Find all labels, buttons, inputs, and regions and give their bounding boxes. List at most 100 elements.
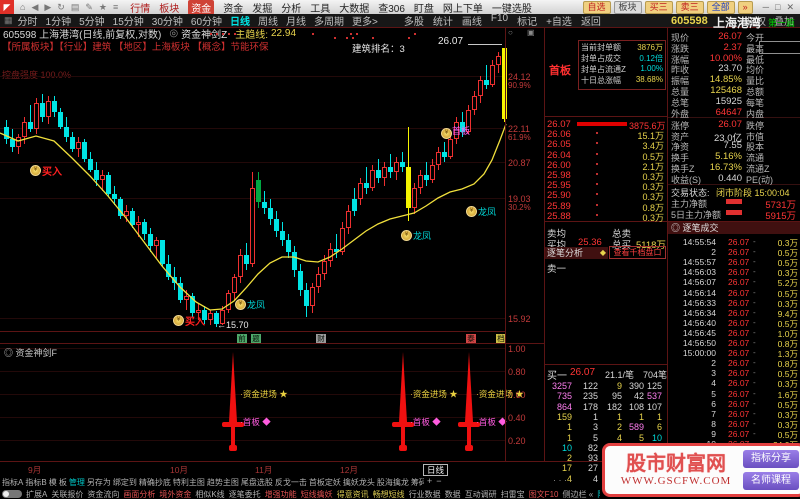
tool-标记[interactable]: 标记	[517, 13, 537, 28]
tool-画线[interactable]: 画线	[462, 13, 482, 28]
toolbar-首板定妖[interactable]: 首板定妖	[309, 477, 341, 487]
event-tag-前[interactable]: 前	[237, 334, 247, 343]
window-controls[interactable]: ─ □ ✕	[763, 2, 794, 13]
thousand-depth-button[interactable]: 查看千档盘口	[609, 246, 666, 259]
toolbar-股海擒龙[interactable]: 股海擒龙	[377, 477, 409, 487]
buy1-label: 买一	[547, 371, 567, 382]
tool-返回[interactable]: 返回	[581, 13, 601, 28]
toolbar-数据[interactable]: 数据	[445, 489, 461, 499]
candle	[238, 254, 243, 277]
tick-flag: -	[753, 398, 756, 408]
quick-button-自选[interactable]: 自选	[582, 0, 611, 14]
alert-dot	[222, 33, 224, 35]
watermark-badges: 指标分享 名师课程	[743, 450, 799, 490]
toolbar-管理[interactable]: 管理	[69, 477, 85, 487]
event-tag-题[interactable]: 题	[251, 334, 261, 343]
period-tab-更多>[interactable]: 更多>	[352, 13, 378, 28]
quick-button-板块[interactable]: 板块	[613, 0, 642, 14]
toolbar-绑定到[interactable]: 绑定到	[113, 477, 137, 487]
period-tab-月线[interactable]: 月线	[286, 13, 306, 28]
longfeng-marker: 龙凤	[478, 207, 497, 217]
nav-icons[interactable]: ⌂ ◀ ▶ ↻ ▤ ✎ ★ ≡	[20, 2, 118, 13]
toolbar-扫雷宝[interactable]: 扫雷宝	[501, 489, 525, 499]
buy1-price: 26.07	[570, 367, 596, 378]
toolbar-指标A[interactable]: 指标A	[2, 477, 23, 487]
candle	[352, 199, 357, 211]
toolbar-画面分析[interactable]: 画面分析	[123, 489, 155, 499]
toggle-switch[interactable]	[2, 490, 22, 498]
nav-icon[interactable]: ↻	[57, 2, 65, 13]
quick-button-»[interactable]: »	[737, 0, 753, 14]
event-tag-泰[interactable]: 泰	[466, 334, 476, 343]
toolbar-趋势主图[interactable]: 趋势主图	[207, 477, 239, 487]
quick-button-买三[interactable]: 买三	[644, 0, 673, 14]
tick-flag: -	[753, 287, 756, 297]
quote-label: 收益(S)	[671, 174, 701, 185]
tool-F10[interactable]: F10	[491, 13, 508, 28]
window-control[interactable]: ✕	[786, 2, 794, 13]
toolbar-图文F10[interactable]: 图文F10	[529, 489, 559, 499]
panel-border	[505, 27, 506, 461]
tool-多股[interactable]: 多股	[404, 13, 424, 28]
toolbar-侧边栏 «[interactable]: 侧边栏 «	[562, 489, 593, 499]
queue-cell: 82	[587, 442, 598, 453]
toolbar-互动调研[interactable]: 互动调研	[465, 489, 497, 499]
alert-dot	[408, 37, 410, 39]
chart-mini-icons[interactable]: ○ ▣	[508, 28, 541, 37]
toolbar-指标B[interactable]: 指标B	[25, 477, 46, 487]
tab-tick-analysis[interactable]: 逐笔分析 ◆	[545, 247, 608, 259]
toolbar-模 板[interactable]: 模 板	[49, 477, 67, 487]
nav-icon[interactable]: ✎	[85, 2, 93, 13]
toolbar-短线擒妖[interactable]: 短线擒妖	[301, 489, 333, 499]
toolbar-行业数据[interactable]: 行业数据	[409, 489, 441, 499]
nav-icon[interactable]: ▶	[44, 2, 51, 13]
menu-item-查306[interactable]: 查306	[378, 0, 405, 15]
toolbar-境外资金[interactable]: 境外资金	[159, 489, 191, 499]
toolbar-精确抄底[interactable]: 精确抄底	[139, 477, 171, 487]
toolbar-另存为[interactable]: 另存为	[87, 477, 111, 487]
zoom-buttons[interactable]: +−	[427, 476, 446, 486]
toolbar-特利主图[interactable]: 特利主图	[173, 477, 205, 487]
sell1-label: 卖一	[547, 264, 567, 275]
nav-icon[interactable]: ◀	[31, 2, 38, 13]
candle	[358, 183, 363, 200]
candle	[28, 121, 33, 130]
toolbar-队列[interactable]: 队列	[597, 489, 600, 499]
tool-统计[interactable]: 统计	[433, 13, 453, 28]
queue-cell: 3257	[551, 381, 572, 391]
toolbar-畅想短线[interactable]: 畅想短线	[373, 489, 405, 499]
quick-button-卖三[interactable]: 卖三	[675, 0, 704, 14]
quote-tag[interactable]: 第一篇	[768, 16, 795, 29]
alert-dot	[414, 33, 416, 35]
toolbar-得意资讯[interactable]: 得意资讯	[337, 489, 369, 499]
event-tag-财[interactable]: 财	[316, 334, 326, 343]
quick-button-全部[interactable]: 全部	[706, 0, 735, 14]
period-tab-多周期[interactable]: 多周期	[314, 13, 344, 28]
sector-links[interactable]: 【所属板块】【行业】建筑 【地区】上海板块 【概念】节能环保	[2, 39, 269, 53]
toolbar-扩展A[interactable]: 扩展A	[26, 489, 47, 499]
candle	[112, 193, 117, 200]
queue-cell: 10	[561, 442, 572, 453]
tick-price: 26.07	[728, 237, 750, 247]
toolbar-反戈一击[interactable]: 反戈一击	[275, 477, 307, 487]
nav-icon[interactable]: ★	[99, 2, 107, 13]
toolbar-擒妖龙头[interactable]: 擒妖龙头	[343, 477, 375, 487]
nav-icon[interactable]: ≡	[113, 2, 118, 13]
toolbar-相似K线[interactable]: 相似K线	[195, 489, 224, 499]
window-control[interactable]: ─	[763, 2, 769, 13]
toolbar-关联报价[interactable]: 关联报价	[51, 489, 83, 499]
ladder-volume: 0.3万	[642, 212, 664, 223]
period-box-button[interactable]: 日线	[423, 464, 449, 476]
nav-icon[interactable]: ⌂	[20, 2, 25, 13]
quote-value: 1.31	[785, 74, 800, 86]
toolbar-筹码[interactable]: 筹码	[411, 477, 424, 487]
nav-icon[interactable]: ▤	[71, 2, 80, 13]
window-control[interactable]: □	[775, 2, 780, 13]
toolbar-资金流向[interactable]: 资金流向	[87, 489, 119, 499]
toolbar-尾盘选股[interactable]: 尾盘选股	[241, 477, 273, 487]
candle	[52, 100, 57, 113]
toolbar-逐笔委托[interactable]: 逐笔委托	[229, 489, 261, 499]
toolbar-增强功能[interactable]: 增强功能	[265, 489, 297, 499]
tool-+自选[interactable]: +自选	[546, 13, 572, 28]
tab-tick-trades[interactable]: ◎ 逐笔成交	[668, 222, 800, 234]
